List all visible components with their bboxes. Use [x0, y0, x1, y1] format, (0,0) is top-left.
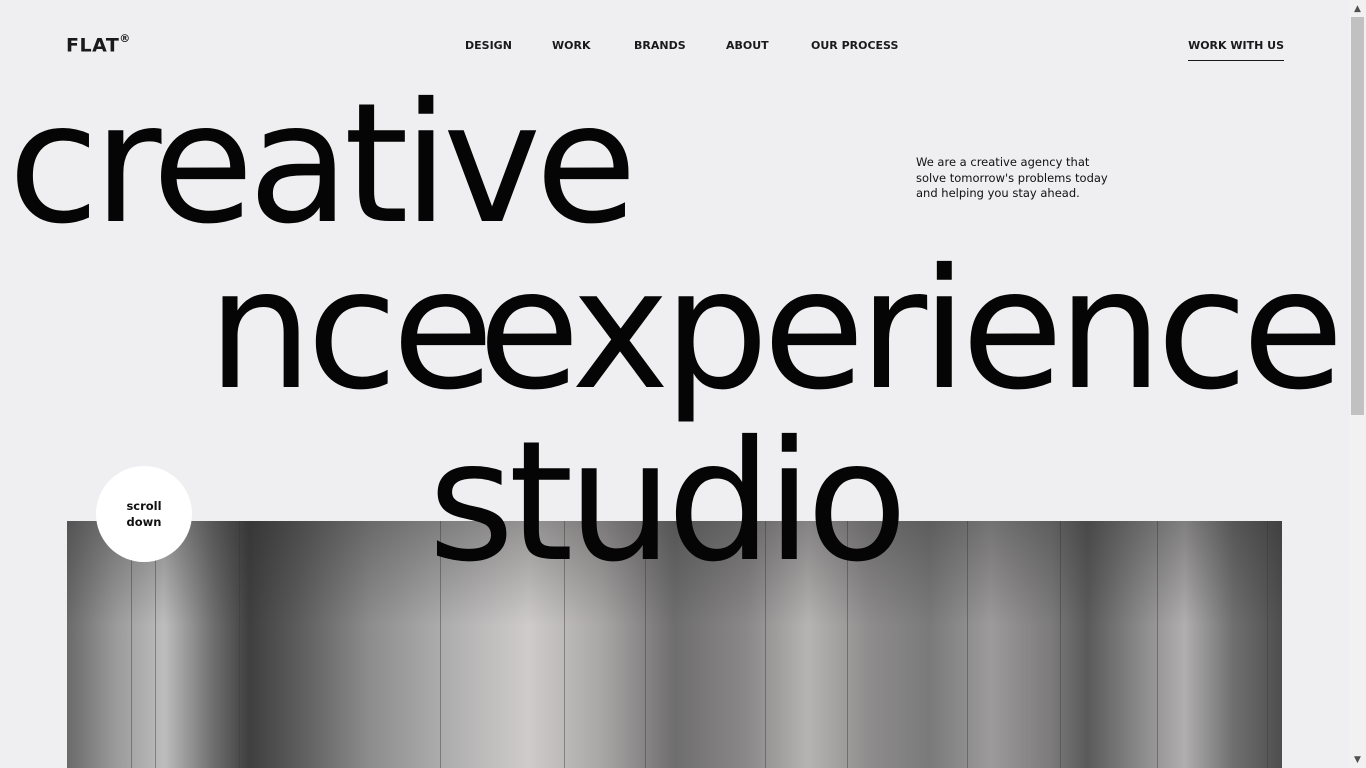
hero-word-studio: studio — [428, 406, 908, 599]
tagline-line: solve tomorrow's problems today — [916, 170, 1108, 185]
scroll-down-button[interactable]: scroll down — [96, 466, 192, 562]
page: FLAT® DESIGN WORK BRANDS ABOUT OUR PROCE… — [0, 0, 1349, 768]
chevron-up-icon[interactable]: ▲ — [1349, 0, 1366, 17]
nav-item-design[interactable]: DESIGN — [465, 39, 512, 52]
image-seam — [1157, 521, 1158, 768]
main-nav: DESIGN WORK BRANDS ABOUT OUR PROCESS — [0, 39, 1349, 55]
scroll-down-label-line-2: down — [126, 515, 162, 529]
chevron-down-icon[interactable]: ▼ — [1349, 751, 1366, 768]
scrollbar-thumb[interactable] — [1351, 17, 1364, 415]
nav-item-work[interactable]: WORK — [552, 39, 590, 52]
vertical-scrollbar[interactable]: ▲ ▼ — [1349, 0, 1366, 768]
hero-word-experience: experience — [478, 234, 1344, 427]
image-seam — [967, 521, 968, 768]
nav-item-brands[interactable]: BRANDS — [634, 39, 686, 52]
image-seam — [239, 521, 240, 768]
image-seam — [1267, 521, 1268, 768]
nav-item-about[interactable]: ABOUT — [726, 39, 769, 52]
tagline-line: and helping you stay ahead. — [916, 186, 1080, 200]
scroll-down-label-line-1: scroll — [126, 499, 162, 513]
hero-tagline: We are a creative agency that solve tomo… — [916, 155, 1116, 202]
hero-word-creative: creative — [8, 68, 637, 261]
work-with-us-link[interactable]: WORK WITH US — [1188, 39, 1284, 61]
hero-word-experience-marquee-left: experience — [8, 234, 489, 427]
nav-item-our-process[interactable]: OUR PROCESS — [811, 39, 898, 52]
tagline-line: We are a creative agency that — [916, 155, 1090, 169]
image-seam — [1060, 521, 1061, 768]
